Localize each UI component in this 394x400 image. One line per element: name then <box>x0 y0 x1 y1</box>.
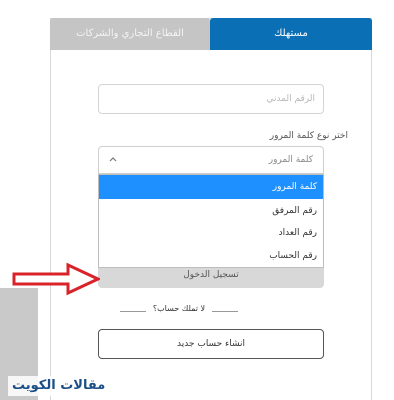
divider-left <box>120 311 146 312</box>
option-account-number[interactable]: رقم الحساب <box>99 244 323 268</box>
watermark-logo: مقالات الكويت <box>8 376 110 396</box>
option-facility-number[interactable]: رقم المرفق <box>99 199 323 223</box>
password-type-dropdown: كلمة المرور رقم المرفق رقم العداد رقم ال… <box>98 174 324 268</box>
login-tabs: القطاع التجاري والشركات مستهلك <box>50 18 372 50</box>
password-type-label: اختر نوع كلمة المرور <box>269 131 348 141</box>
tab-consumer[interactable]: مستهلك <box>210 18 372 50</box>
no-account-text: لا تملك حساب؟ <box>152 304 206 313</box>
tab-business[interactable]: القطاع التجاري والشركات <box>50 18 210 50</box>
select-value: كلمة المرور <box>268 155 313 165</box>
divider-right <box>212 311 238 312</box>
option-meter-number[interactable]: رقم العداد <box>99 221 323 245</box>
password-type-select[interactable]: كلمة المرور <box>98 146 324 174</box>
arrow-right-icon <box>12 262 100 296</box>
chevron-up-icon <box>109 157 117 162</box>
civil-id-input[interactable]: الرقم المدني <box>98 84 324 114</box>
create-account-button[interactable]: انشاء حساب جديد <box>98 329 324 359</box>
option-password[interactable]: كلمة المرور <box>99 175 323 199</box>
